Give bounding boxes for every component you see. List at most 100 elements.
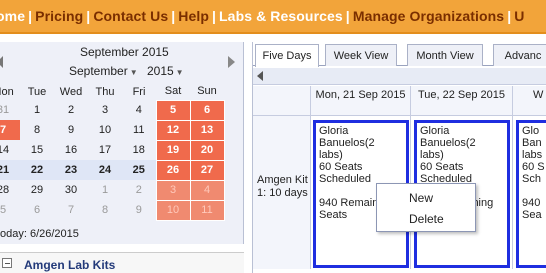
calendar-day[interactable]: 8	[20, 120, 54, 140]
view-tabs: Five Days Week View Month View Advanc	[253, 42, 546, 67]
weekday-label: Thu	[95, 85, 115, 98]
weekday-label: Mon	[0, 85, 14, 98]
event-line: Sea	[522, 209, 542, 221]
calendar-selects: September ▼ 2015 ▼	[66, 64, 187, 78]
next-month-arrow-icon[interactable]	[226, 56, 236, 68]
calendar-day-weekend[interactable]: 27	[189, 159, 225, 181]
calendar-day[interactable]: 24	[88, 160, 122, 180]
day-column-header: Tue, 22 Sep 2015	[411, 86, 513, 116]
prev-month-arrow-icon[interactable]	[0, 56, 6, 68]
event-line: Banuelos(2	[420, 137, 476, 149]
weekday-label: Sun	[197, 85, 217, 98]
today-label[interactable]: oday: 6/26/2015	[0, 228, 79, 240]
calendar-day-selected[interactable]: 7	[0, 120, 20, 140]
booking-event[interactable]: Glo Ban labs 60 S Sch 940 Sea	[516, 120, 546, 268]
event-line: labs)	[319, 149, 343, 161]
calendar-day[interactable]: 23	[54, 160, 88, 180]
tab-advanced[interactable]: Advanc	[493, 44, 546, 66]
collapse-icon[interactable]	[2, 258, 12, 268]
event-line: 60 Seats	[319, 161, 363, 173]
event-line: labs)	[420, 149, 444, 161]
calendar-day[interactable]: 7	[54, 200, 88, 220]
event-line: Gloria	[319, 125, 349, 137]
chevron-down-icon: ▼	[129, 68, 138, 77]
nav-link-contact-us[interactable]: Contact Us	[93, 8, 168, 24]
calendar-day-weekend[interactable]: 5	[155, 99, 191, 121]
calendar-day[interactable]: 31	[0, 100, 20, 120]
nav-link-truncated[interactable]: U	[514, 8, 524, 24]
previous-arrow-icon[interactable]	[257, 71, 263, 81]
weekday-label: Fri	[132, 85, 146, 98]
calendar-day[interactable]: 2	[54, 100, 88, 120]
calendar-day[interactable]: 29	[20, 180, 54, 200]
year-select[interactable]: 2015 ▼	[144, 64, 187, 78]
event-line: Gloria	[420, 125, 450, 137]
calendar-day-weekend[interactable]: 19	[155, 139, 191, 161]
context-menu-delete[interactable]: Delete	[409, 212, 444, 226]
month-select-value: September	[69, 64, 128, 78]
calendar-day[interactable]: 21	[0, 160, 20, 180]
day-column-header: W	[513, 86, 546, 116]
nav-link-labs-resources[interactable]: Labs & Resources	[219, 8, 343, 24]
nav-link-help[interactable]: Help	[178, 8, 209, 24]
calendar-grid: Mon Tue Wed Thu Fri Sat Sun 31 1 2 3 4 5…	[0, 83, 225, 221]
scheduler-panel: Five Days Week View Month View Advanc Mo…	[252, 42, 546, 273]
nav-link-pricing[interactable]: Pricing	[35, 8, 83, 24]
calendar-day[interactable]: 8	[88, 200, 122, 220]
month-select[interactable]: September ▼	[66, 64, 141, 78]
chevron-down-icon: ▼	[175, 68, 184, 77]
nav-link-home[interactable]: ome	[0, 8, 25, 24]
calendar-day-weekend[interactable]: 3	[155, 179, 191, 201]
calendar-day[interactable]: 1	[20, 100, 54, 120]
calendar-day[interactable]: 30	[54, 180, 88, 200]
nav-separator: |	[28, 8, 33, 24]
calendar-week-row-current: 21 22 23 24 25 26 27	[0, 159, 225, 181]
calendar-day[interactable]: 22	[20, 160, 54, 180]
calendar-week-row: 7 8 9 10 11 12 13	[0, 119, 225, 141]
calendar-day-weekend[interactable]: 13	[189, 119, 225, 141]
corner-header	[253, 86, 311, 116]
top-navigation-bar: ome|Pricing|Contact Us|Help|Labs & Resou…	[0, 0, 546, 34]
nav-separator: |	[345, 8, 350, 24]
calendar-day[interactable]: 16	[54, 140, 88, 160]
calendar-day[interactable]: 1	[88, 180, 122, 200]
context-menu: New Delete	[376, 183, 476, 232]
calendar-day[interactable]: 28	[0, 180, 20, 200]
calendar-day[interactable]: 2	[122, 180, 156, 200]
lab-kits-section: Amgen Lab Kits	[0, 252, 244, 273]
context-menu-new[interactable]: New	[409, 191, 433, 205]
event-line: 60 Seats	[420, 161, 464, 173]
nav-separator: |	[86, 8, 91, 24]
calendar-day[interactable]: 3	[88, 100, 122, 120]
event-line: labs	[522, 149, 543, 161]
calendar-day[interactable]: 15	[20, 140, 54, 160]
calendar-day[interactable]: 4	[122, 100, 156, 120]
calendar-day[interactable]: 9	[54, 120, 88, 140]
tab-month-view[interactable]: Month View	[407, 44, 483, 66]
event-line: Banuelos(2	[319, 137, 375, 149]
tab-week-view[interactable]: Week View	[325, 44, 397, 66]
calendar-day-weekend[interactable]: 4	[189, 179, 225, 201]
scheduler-nav-row	[253, 68, 546, 85]
calendar-day-weekend[interactable]: 20	[189, 139, 225, 161]
event-line: 60 S	[522, 161, 545, 173]
calendar-day[interactable]: 5	[0, 200, 20, 220]
calendar-day[interactable]: 11	[122, 120, 156, 140]
nav-link-manage-organizations[interactable]: Manage Organizations	[353, 8, 504, 24]
calendar-day-weekend[interactable]: 10	[155, 199, 191, 221]
calendar-day[interactable]: 6	[20, 200, 54, 220]
calendar-day[interactable]: 17	[88, 140, 122, 160]
calendar-day-weekend[interactable]: 6	[189, 99, 225, 121]
calendar-day-weekend[interactable]: 11	[189, 199, 225, 221]
calendar-day[interactable]: 10	[88, 120, 122, 140]
event-line: 940	[522, 197, 541, 209]
tab-five-days[interactable]: Five Days	[255, 44, 319, 67]
calendar-day[interactable]: 18	[122, 140, 156, 160]
calendar-day[interactable]: 9	[122, 200, 156, 220]
lab-kits-title[interactable]: Amgen Lab Kits	[24, 258, 115, 272]
nav-separator: |	[171, 8, 176, 24]
calendar-day-weekend[interactable]: 12	[155, 119, 191, 141]
calendar-day[interactable]: 25	[122, 160, 156, 180]
calendar-day-weekend[interactable]: 26	[155, 159, 191, 181]
calendar-day[interactable]: 14	[0, 140, 20, 160]
